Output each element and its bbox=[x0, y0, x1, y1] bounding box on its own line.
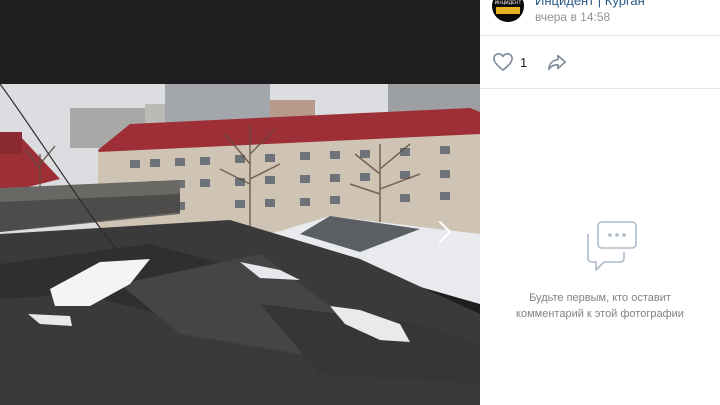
share-arrow-icon bbox=[547, 54, 567, 71]
author-name-link[interactable]: Инцидент | Курган bbox=[535, 0, 645, 8]
sidebar: ИНЦИДЕНТ Инцидент | Курган вчера в 14:58… bbox=[480, 0, 720, 405]
photo-viewer bbox=[0, 0, 480, 405]
avatar[interactable]: ИНЦИДЕНТ bbox=[492, 0, 524, 22]
next-photo-button[interactable] bbox=[430, 214, 460, 250]
heart-icon bbox=[493, 53, 513, 71]
like-count: 1 bbox=[520, 54, 528, 70]
chevron-right-icon bbox=[438, 220, 452, 244]
post-timestamp[interactable]: вчера в 14:58 bbox=[535, 10, 610, 24]
empty-comments-line1: Будьте первым, кто оставит bbox=[529, 292, 671, 304]
photo-image bbox=[0, 84, 480, 405]
empty-comments-line2: комментарий к этой фотографии bbox=[516, 308, 684, 320]
photo[interactable] bbox=[0, 84, 480, 405]
svg-text:ИНЦИДЕНТ: ИНЦИДЕНТ bbox=[495, 0, 522, 6]
share-button[interactable] bbox=[546, 51, 568, 73]
like-button[interactable]: 1 bbox=[492, 51, 527, 73]
comments-icon bbox=[587, 221, 637, 271]
divider bbox=[480, 88, 720, 89]
post-actions: 1 bbox=[480, 36, 720, 88]
avatar-image: ИНЦИДЕНТ bbox=[492, 0, 524, 22]
empty-comments-text: Будьте первым, кто оставит комментарий к… bbox=[480, 290, 720, 322]
post-author: ИНЦИДЕНТ Инцидент | Курган вчера в 14:58 bbox=[492, 0, 720, 34]
